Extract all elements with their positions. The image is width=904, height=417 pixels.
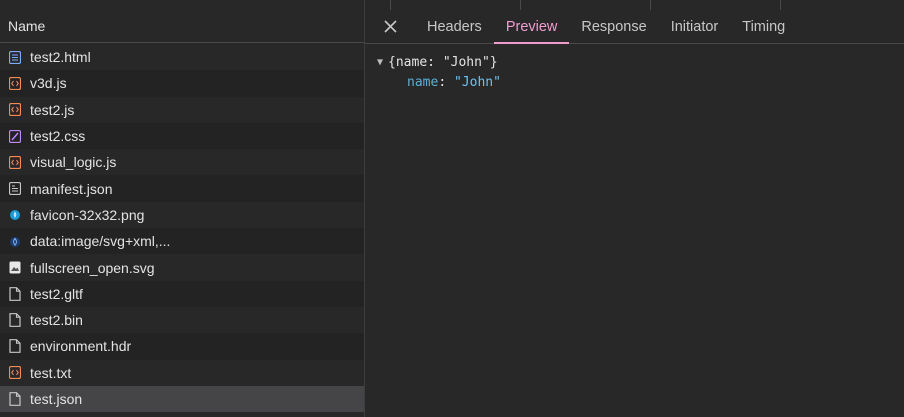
request-name: environment.hdr [30,338,132,355]
request-row[interactable]: test2.bin [0,306,364,334]
json-key: name [407,74,439,90]
request-name: visual_logic.js [30,154,117,171]
request-row[interactable]: fullscreen_open.svg [0,254,364,281]
request-row[interactable]: test.json [0,385,364,413]
document-icon [9,50,21,64]
request-name: test2.html [30,49,91,66]
request-row[interactable]: visual_logic.js [0,149,364,176]
request-name: v3d.js [30,75,67,92]
script-icon [9,76,21,90]
request-row[interactable]: favicon-32x32.png [0,201,364,229]
name-column-label: Name [8,18,46,34]
stylesheet-icon [9,129,21,143]
request-row[interactable]: test2.js [0,96,364,123]
tab-preview[interactable]: Preview [493,10,570,44]
favicon-icon [9,208,21,221]
request-name: test2.css [30,128,86,145]
request-name: test.json [30,391,83,407]
request-row[interactable]: test2.html [0,44,364,71]
request-name: test2.js [30,101,75,118]
json-root-line[interactable]: ▼ {name: "John" } [377,52,501,72]
file-icon [9,392,21,406]
request-row[interactable]: test.txt [0,359,364,386]
request-name: test2.bin [30,312,83,329]
close-icon [383,20,397,33]
request-row[interactable]: test2.css [0,122,364,150]
file-icon [9,339,21,354]
manifest-icon [9,182,21,196]
request-row[interactable]: test2.gltf [0,280,364,307]
tab-timing[interactable]: Timing [730,10,797,43]
image-icon [9,261,21,274]
expand-triangle-icon[interactable]: ▼ [377,57,383,68]
request-name: manifest.json [30,180,113,197]
close-details-button[interactable] [365,10,415,43]
json-summary-value: "John" [442,54,490,70]
script-icon [9,155,21,169]
name-column-header[interactable]: Name [0,10,364,43]
file-icon [9,313,21,328]
json-string-value: "John" [453,74,501,90]
request-list: test2.html v3d.js test2.js test2.css visual_… [0,44,364,413]
json-colon: : [438,74,454,90]
request-row[interactable]: v3d.js [0,70,364,97]
details-panel: Headers Preview Response Initiator Timin… [365,10,904,417]
request-row[interactable]: data:image/svg+xml,... [0,228,364,255]
json-summary-open: {name: [388,54,443,70]
tab-response[interactable]: Response [569,10,658,43]
tab-initiator[interactable]: Initiator [659,10,731,43]
svg-image-icon [9,235,21,248]
request-name: data:image/svg+xml,... [30,233,171,250]
details-tab-bar: Headers Preview Response Initiator Timin… [365,10,904,44]
request-row[interactable]: manifest.json [0,175,364,202]
request-name: test.txt [30,364,72,381]
request-name: favicon-32x32.png [30,206,145,223]
request-name: fullscreen_open.svg [30,259,155,276]
json-property-line: name : "John" [377,72,501,92]
script-icon [9,103,21,117]
script-icon [9,366,21,380]
request-list-panel: Name test2.html v3d.js test2.js test2.css vi… [0,0,365,417]
json-preview: ▼ {name: "John" } name : "John" [377,52,501,92]
request-row[interactable]: environment.hdr [0,333,364,360]
request-name: test2.gltf [30,285,83,302]
tab-headers[interactable]: Headers [415,10,494,43]
file-icon [9,286,21,301]
json-summary-close: } [489,54,498,70]
